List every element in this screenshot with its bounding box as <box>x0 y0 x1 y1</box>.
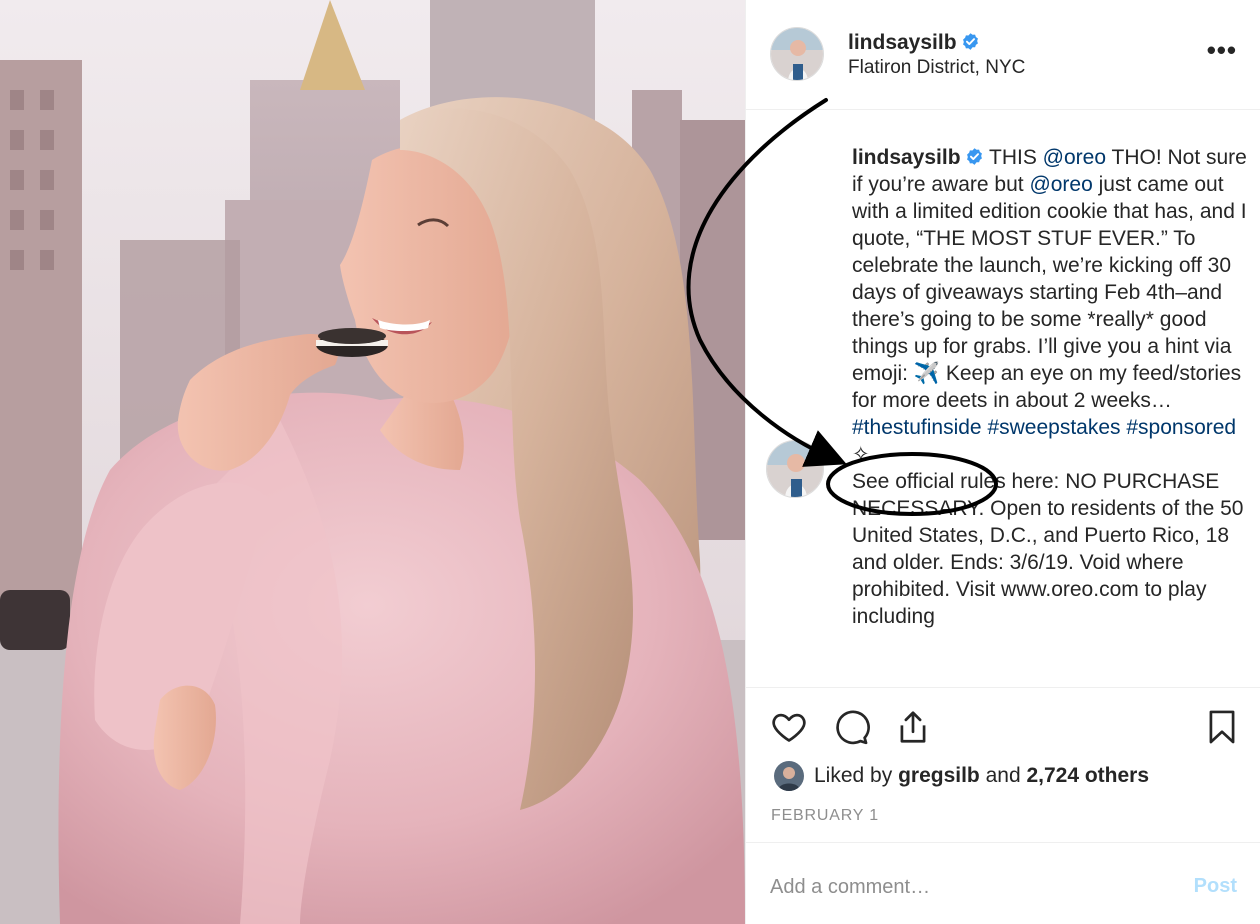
official-rules-text: See official rules here: NO PURCHASE NEC… <box>852 470 1244 628</box>
caption-username[interactable]: lindsaysilb <box>852 146 961 169</box>
more-options-icon[interactable]: ••• <box>1207 37 1237 63</box>
post-date[interactable]: FEBRUARY 1 <box>771 807 879 825</box>
post-header: lindsaysilb Flatiron District, NYC ••• <box>746 0 1260 110</box>
author-username-text[interactable]: lindsaysilb <box>848 31 957 54</box>
post-photo <box>0 0 745 924</box>
likes-count[interactable]: 2,724 others <box>1026 764 1149 787</box>
author-username[interactable]: lindsaysilb <box>848 31 980 55</box>
hashtag-sponsored-link[interactable]: #sponsored <box>1126 416 1236 439</box>
post-actions: Liked by gregsilb and 2,724 others FEBRU… <box>746 687 1260 867</box>
post-caption: lindsaysilb THIS @oreo THO! Not sure if … <box>852 144 1252 630</box>
post-location[interactable]: Flatiron District, NYC <box>848 57 1025 79</box>
caption-author-avatar[interactable] <box>766 440 824 498</box>
comment-input[interactable] <box>770 871 1150 903</box>
likes-prefix: Liked by <box>814 764 899 787</box>
caption-text: just came out with a limited edition coo… <box>852 173 1247 412</box>
mention-link[interactable]: @oreo <box>1029 173 1092 196</box>
likes-summary: Liked by gregsilb and 2,724 others <box>814 764 1149 788</box>
sparkle-icon: ✧ <box>852 443 870 466</box>
heart-icon[interactable] <box>770 708 808 746</box>
liker-avatar[interactable] <box>774 761 804 791</box>
verified-badge-icon <box>961 32 980 51</box>
hashtag-link[interactable]: #thestufinside <box>852 416 982 439</box>
caption-text: THIS <box>983 146 1043 169</box>
liker-username[interactable]: gregsilb <box>898 764 980 787</box>
verified-badge-icon <box>965 146 984 165</box>
post-comment-button[interactable]: Post <box>1194 875 1237 898</box>
bookmark-icon[interactable] <box>1203 708 1241 746</box>
share-icon[interactable] <box>894 708 932 746</box>
author-avatar[interactable] <box>770 27 824 81</box>
likes-middle: and <box>979 764 1027 787</box>
comment-icon[interactable] <box>832 708 870 746</box>
hashtag-link[interactable]: #sweepstakes <box>987 416 1120 439</box>
comment-bar: Post <box>746 842 1260 924</box>
post-detail-panel: lindsaysilb Flatiron District, NYC ••• l… <box>745 0 1260 924</box>
mention-link[interactable]: @oreo <box>1043 146 1106 169</box>
caption-scroll-area[interactable]: lindsaysilb THIS @oreo THO! Not sure if … <box>746 110 1260 687</box>
